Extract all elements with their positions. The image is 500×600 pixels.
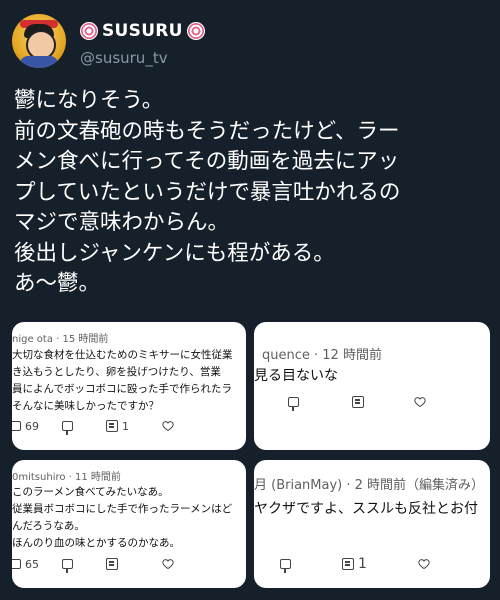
- heart-icon: [418, 558, 430, 570]
- tweet-header: SUSURU @susuru_tv: [12, 14, 488, 74]
- reply-icon: [106, 420, 118, 432]
- heart-action: [162, 420, 174, 432]
- comment-line: そんなに美味しかったですか？: [12, 400, 159, 412]
- comment-line: 従業員ボコボコにした手で作ったラーメンはど: [12, 503, 233, 515]
- reply-action: 1: [342, 556, 367, 572]
- dislike-action: [280, 559, 291, 573]
- reply-action: [352, 396, 364, 408]
- display-name[interactable]: SUSURU: [102, 21, 183, 41]
- reply-icon: [342, 558, 354, 570]
- comment-meta: quence · 12 時間前: [262, 348, 382, 363]
- attached-images-grid[interactable]: nige ota · 15 時間前 大切な食材を仕込むためのミキサーに女性従業 …: [12, 322, 490, 590]
- avatar-shirt: [20, 56, 58, 68]
- user-handle[interactable]: @susuru_tv: [80, 49, 168, 67]
- comment-body: 大切な食材を仕込むためのミキサーに女性従業 き込もうとしたり、卵を投げつけたり、…: [12, 347, 233, 415]
- reply-count: 1: [122, 419, 129, 433]
- comment-line: ヤクザですよ、ススルも反社とお付: [254, 501, 478, 517]
- comment-line: 見る目ないな: [254, 368, 338, 384]
- like-count: 69: [25, 419, 39, 433]
- like-action: 69: [12, 420, 39, 433]
- tweet-line: あ〜鬱。: [14, 271, 101, 296]
- comment-screenshot-3[interactable]: 0mitsuhiro · 11 時間前 このラーメン食べてみたいなあ。 従業員ボ…: [12, 460, 246, 588]
- thumbs-down-icon: [288, 397, 299, 411]
- thumbs-down-icon: [62, 421, 73, 435]
- thumbs-down-icon: [62, 559, 73, 573]
- naruto-swirl-icon: [80, 22, 98, 40]
- tweet-line: 後出しジャンケンにも程がある。: [14, 240, 335, 266]
- avatar[interactable]: [12, 14, 66, 68]
- comment-line: んだろうなあ。: [12, 520, 85, 532]
- naruto-swirl-icon: [186, 22, 205, 40]
- comment-line: このラーメン食べてみたいなあ。: [12, 486, 169, 498]
- heart-icon: [162, 558, 174, 570]
- thumbs-up-icon: [12, 421, 21, 431]
- comment-meta: nige ota · 15 時間前: [12, 334, 109, 345]
- dislike-action: [62, 559, 73, 573]
- like-count: 65: [25, 557, 39, 571]
- heart-icon: [162, 420, 174, 432]
- thumbs-up-icon: [12, 559, 21, 569]
- heart-action: [418, 558, 430, 570]
- tweet-line: マジで意味わからん。: [14, 210, 230, 235]
- tweet-line: メン食べに行ってその動画を過去にアッ: [14, 149, 400, 174]
- reply-icon: [106, 558, 118, 570]
- tweet-text: 鬱になりそう。 前の文春砲の時もそうだったけど、ラー メン食べに行ってその動画を…: [14, 86, 490, 300]
- reply-action: [106, 558, 118, 570]
- comment-screenshot-4[interactable]: 月 (BrianMay) · 2 時間前（編集済み） ヤクザですよ、ススルも反社…: [254, 460, 490, 588]
- comment-line: ほんのり血の味とかするのかなあ。: [12, 537, 180, 549]
- like-action: [288, 397, 299, 411]
- comment-body: ヤクザですよ、ススルも反社とお付: [254, 501, 478, 518]
- comment-body: 見る目ないな: [254, 368, 338, 385]
- reply-count: 1: [358, 556, 367, 572]
- thumbs-down-icon: [280, 559, 291, 573]
- comment-line: 員によんでボッコボコに殴った手で作られたラ: [12, 383, 232, 395]
- display-name-row[interactable]: SUSURU: [80, 21, 205, 41]
- comment-line: 大切な食材を仕込むためのミキサーに女性従業: [12, 349, 233, 361]
- comment-body: このラーメン食べてみたいなあ。 従業員ボコボコにした手で作ったラーメンはど んだ…: [12, 484, 232, 552]
- comment-screenshot-1[interactable]: nige ota · 15 時間前 大切な食材を仕込むためのミキサーに女性従業 …: [12, 322, 246, 450]
- heart-action: [414, 396, 426, 408]
- like-action: 65: [12, 558, 39, 571]
- tweet-line: プしていたというだけで暴言吐かれるの: [14, 179, 401, 205]
- comment-screenshot-2[interactable]: quence · 12 時間前 見る目ないな: [254, 322, 490, 450]
- heart-action: [162, 558, 174, 570]
- comment-meta: 0mitsuhiro · 11 時間前: [12, 472, 121, 483]
- reply-icon: [352, 396, 364, 408]
- dislike-action: [62, 421, 73, 435]
- tweet-line: 前の文春砲の時もそうだったけど、ラー: [14, 118, 400, 144]
- comment-meta: 月 (BrianMay) · 2 時間前（編集済み）: [254, 478, 485, 493]
- comment-line: き込もうとしたり、卵を投げつけたり、営業: [12, 366, 221, 378]
- tweet-line: 鬱になりそう。: [14, 88, 164, 113]
- reply-action: 1: [106, 420, 129, 433]
- heart-icon: [414, 396, 426, 408]
